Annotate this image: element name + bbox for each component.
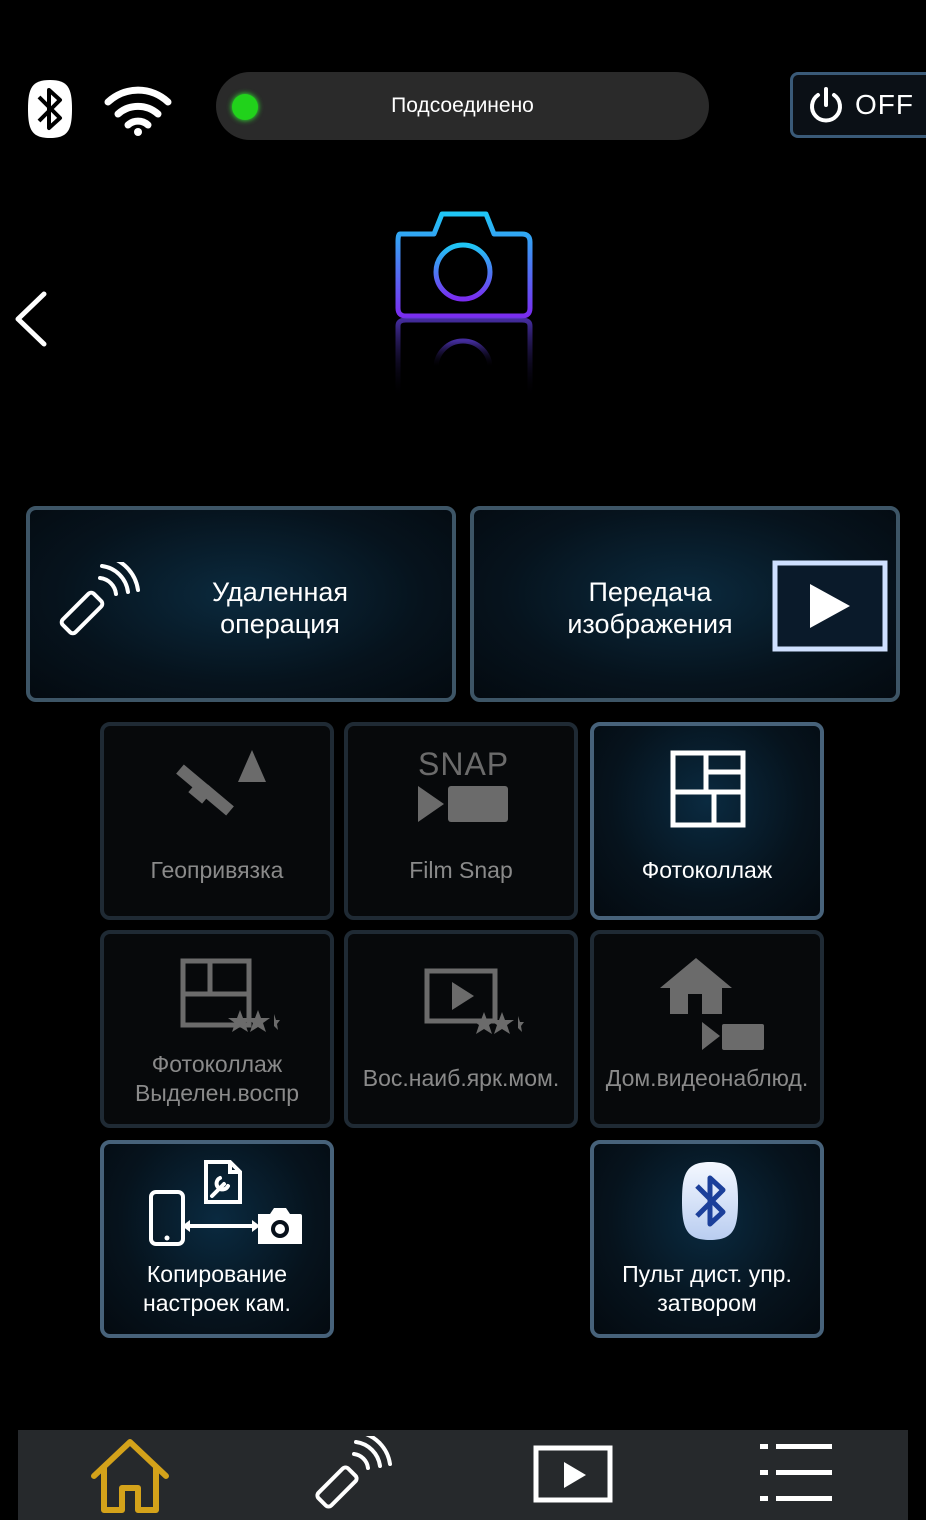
snap-icon-text: SNAP [418,746,510,782]
collage-highlight-icon [180,958,280,1032]
playback-icon [772,560,888,652]
menu-icon[interactable] [756,1436,840,1516]
film-snap-label: Film Snap [409,857,513,883]
bluetooth-status-icon [28,80,72,138]
photo-collage-label: Фотоколлаж [641,857,773,883]
power-off-button[interactable]: OFF [790,72,926,138]
image-transfer-tile[interactable]: Передача изображения [470,506,900,702]
image-transfer-label-line1: Передача [588,577,712,607]
image-transfer-label-line2: изображения [567,609,733,639]
film-snap-tile[interactable]: SNAP Film Snap [344,722,578,920]
shutter-remote-label-line1: Пульт дист. упр. [622,1261,792,1287]
remote-icon[interactable] [312,1436,392,1516]
camera-icon [395,211,533,398]
film-snap-icon [418,786,508,822]
collage-icon [670,750,746,828]
connection-status-bar: Подсоединено [216,72,709,140]
remote-control-icon [59,562,140,636]
shutter-remote-label-line2: затвором [657,1290,757,1316]
copy-camera-settings-tile[interactable]: Копирование настроек кам. [100,1140,334,1338]
power-off-label: OFF [855,89,914,120]
remote-operation-label-line1: Удаленная [211,577,349,607]
collage-highlight-label-line2: Выделен.воспр [134,1080,300,1106]
connection-status-text: Подсоединено [391,94,534,117]
playback-nav-icon[interactable] [532,1436,616,1516]
geotagging-tile[interactable]: Геопривязка [100,722,334,920]
bluetooth-icon [682,1162,738,1240]
highlight-playback-label: Вос.наиб.ярк.мом. [362,1065,560,1091]
remote-operation-tile[interactable]: Удаленная операция [26,506,456,702]
home-monitor-tile[interactable]: Дом.видеонаблюд. [590,930,824,1128]
remote-operation-label-line2: операция [220,609,340,639]
home-monitor-label: Дом.видеонаблюд. [605,1065,809,1091]
bottom-navigation-bar [18,1430,908,1520]
bluetooth-shutter-remote-tile[interactable]: Пульт дист. упр. затвором [590,1140,824,1338]
highlight-playback-tile[interactable]: Вос.наиб.ярк.мом. [344,930,578,1128]
highlight-playback-icon [424,968,524,1034]
home-monitor-icon [660,958,764,1050]
geotagging-label: Геопривязка [150,857,284,883]
back-chevron-icon[interactable] [10,288,54,350]
copy-settings-label-line1: Копирование [146,1261,288,1287]
copy-settings-icon [149,1160,302,1246]
copy-settings-label-line2: настроек кам. [143,1290,291,1316]
wifi-status-icon [104,86,172,136]
collage-highlight-tile[interactable]: Фотоколлаж Выделен.воспр [100,930,334,1128]
home-icon[interactable] [88,1436,172,1516]
power-icon [810,87,842,123]
photo-collage-tile[interactable]: Фотоколлаж [590,722,824,920]
satellite-icon [176,750,266,816]
collage-highlight-label-line1: Фотоколлаж [151,1051,283,1077]
